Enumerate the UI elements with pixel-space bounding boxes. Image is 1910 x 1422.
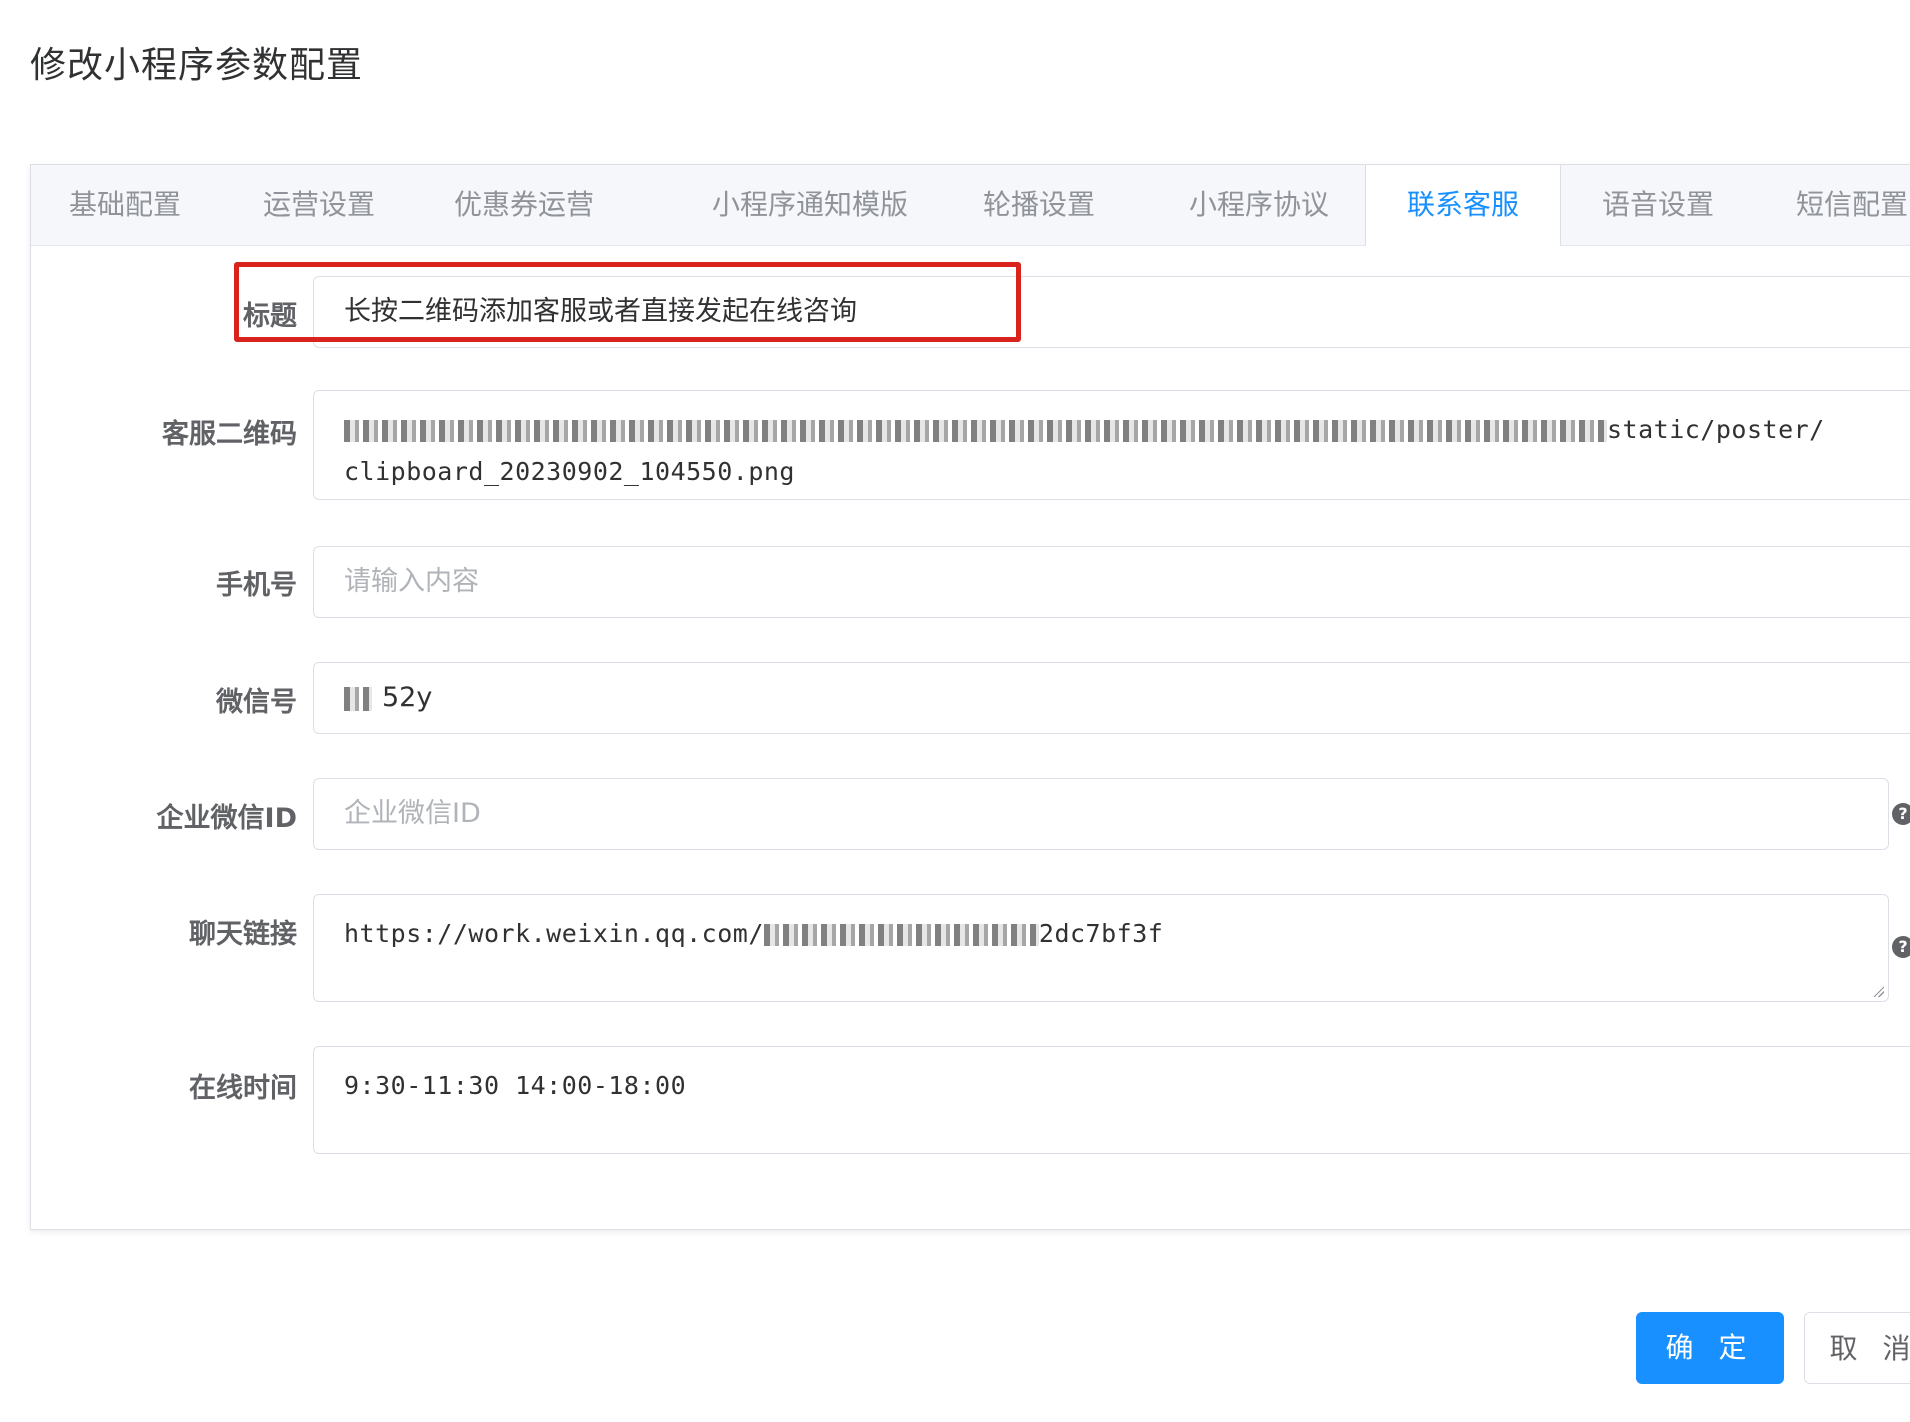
chat-link-value-head: https://work.weixin.qq.com/	[344, 919, 764, 948]
phone-input[interactable]: 请输入内容	[313, 546, 1910, 618]
tab-operation-settings[interactable]: 运营设置	[225, 165, 413, 245]
chat-link-value-tail: 2dc7bf3f	[1038, 919, 1164, 948]
tab-notification-template[interactable]: 小程序通知模版	[679, 165, 941, 245]
qrcode-line-1: static/poster/	[344, 409, 1910, 451]
wechat-label: 微信号	[216, 687, 297, 718]
chat-link-label: 聊天链接	[189, 919, 297, 950]
redacted-wechat-segment	[344, 686, 372, 711]
chat-link-textarea[interactable]: https://work.weixin.qq.com/2dc7bf3f	[313, 894, 1889, 1002]
question-icon[interactable]: ?	[1892, 936, 1910, 958]
tab-contact-service[interactable]: 联系客服	[1365, 165, 1561, 246]
phone-placeholder: 请输入内容	[344, 566, 479, 597]
online-time-value: 9:30-11:30 14:00-18:00	[344, 1071, 687, 1100]
tab-basic-config[interactable]: 基础配置	[31, 165, 219, 245]
online-time-label: 在线时间	[189, 1073, 297, 1104]
tab-coupon-operation[interactable]: 优惠券运营	[419, 165, 629, 245]
qrcode-label: 客服二维码	[162, 419, 297, 450]
tab-mini-program-agreement[interactable]: 小程序协议	[1155, 165, 1363, 245]
phone-label: 手机号	[216, 570, 297, 601]
cancel-button[interactable]: 取 消	[1804, 1312, 1910, 1384]
online-time-textarea[interactable]: 9:30-11:30 14:00-18:00	[313, 1046, 1910, 1154]
dialog-title: 修改小程序参数配置	[30, 45, 364, 86]
confirm-button[interactable]: 确 定	[1636, 1312, 1784, 1384]
wechat-input[interactable]: 52y	[313, 662, 1910, 734]
chat-link-line: https://work.weixin.qq.com/2dc7bf3f	[344, 913, 1888, 955]
tab-sms-config[interactable]: 短信配置	[1755, 165, 1910, 245]
redacted-link-segment	[763, 924, 1039, 946]
corp-wechat-id-label: 企业微信ID	[156, 803, 297, 834]
qrcode-textarea[interactable]: static/poster/ clipboard_20230902_104550…	[313, 390, 1910, 500]
corp-wechat-id-placeholder: 企业微信ID	[344, 798, 481, 829]
question-icon[interactable]: ?	[1892, 803, 1910, 825]
tab-carousel-settings[interactable]: 轮播设置	[951, 165, 1127, 245]
corp-wechat-id-input[interactable]: 企业微信ID	[313, 778, 1889, 850]
tab-bar: 基础配置 运营设置 优惠券运营 小程序通知模版 轮播设置 小程序协议 联系客服 …	[31, 165, 1910, 246]
redacted-url-segment	[344, 420, 1607, 442]
resize-handle[interactable]	[1872, 985, 1884, 997]
wechat-value-tail: 52y	[382, 682, 433, 713]
title-input[interactable]: 长按二维码添加客服或者直接发起在线咨询	[313, 276, 1910, 348]
title-label: 标题	[243, 301, 297, 332]
qrcode-line-2: clipboard_20230902_104550.png	[344, 457, 795, 486]
title-value: 长按二维码添加客服或者直接发起在线咨询	[344, 296, 857, 327]
tab-voice-settings[interactable]: 语音设置	[1561, 165, 1755, 245]
qrcode-value-tail: static/poster/	[1607, 415, 1825, 444]
